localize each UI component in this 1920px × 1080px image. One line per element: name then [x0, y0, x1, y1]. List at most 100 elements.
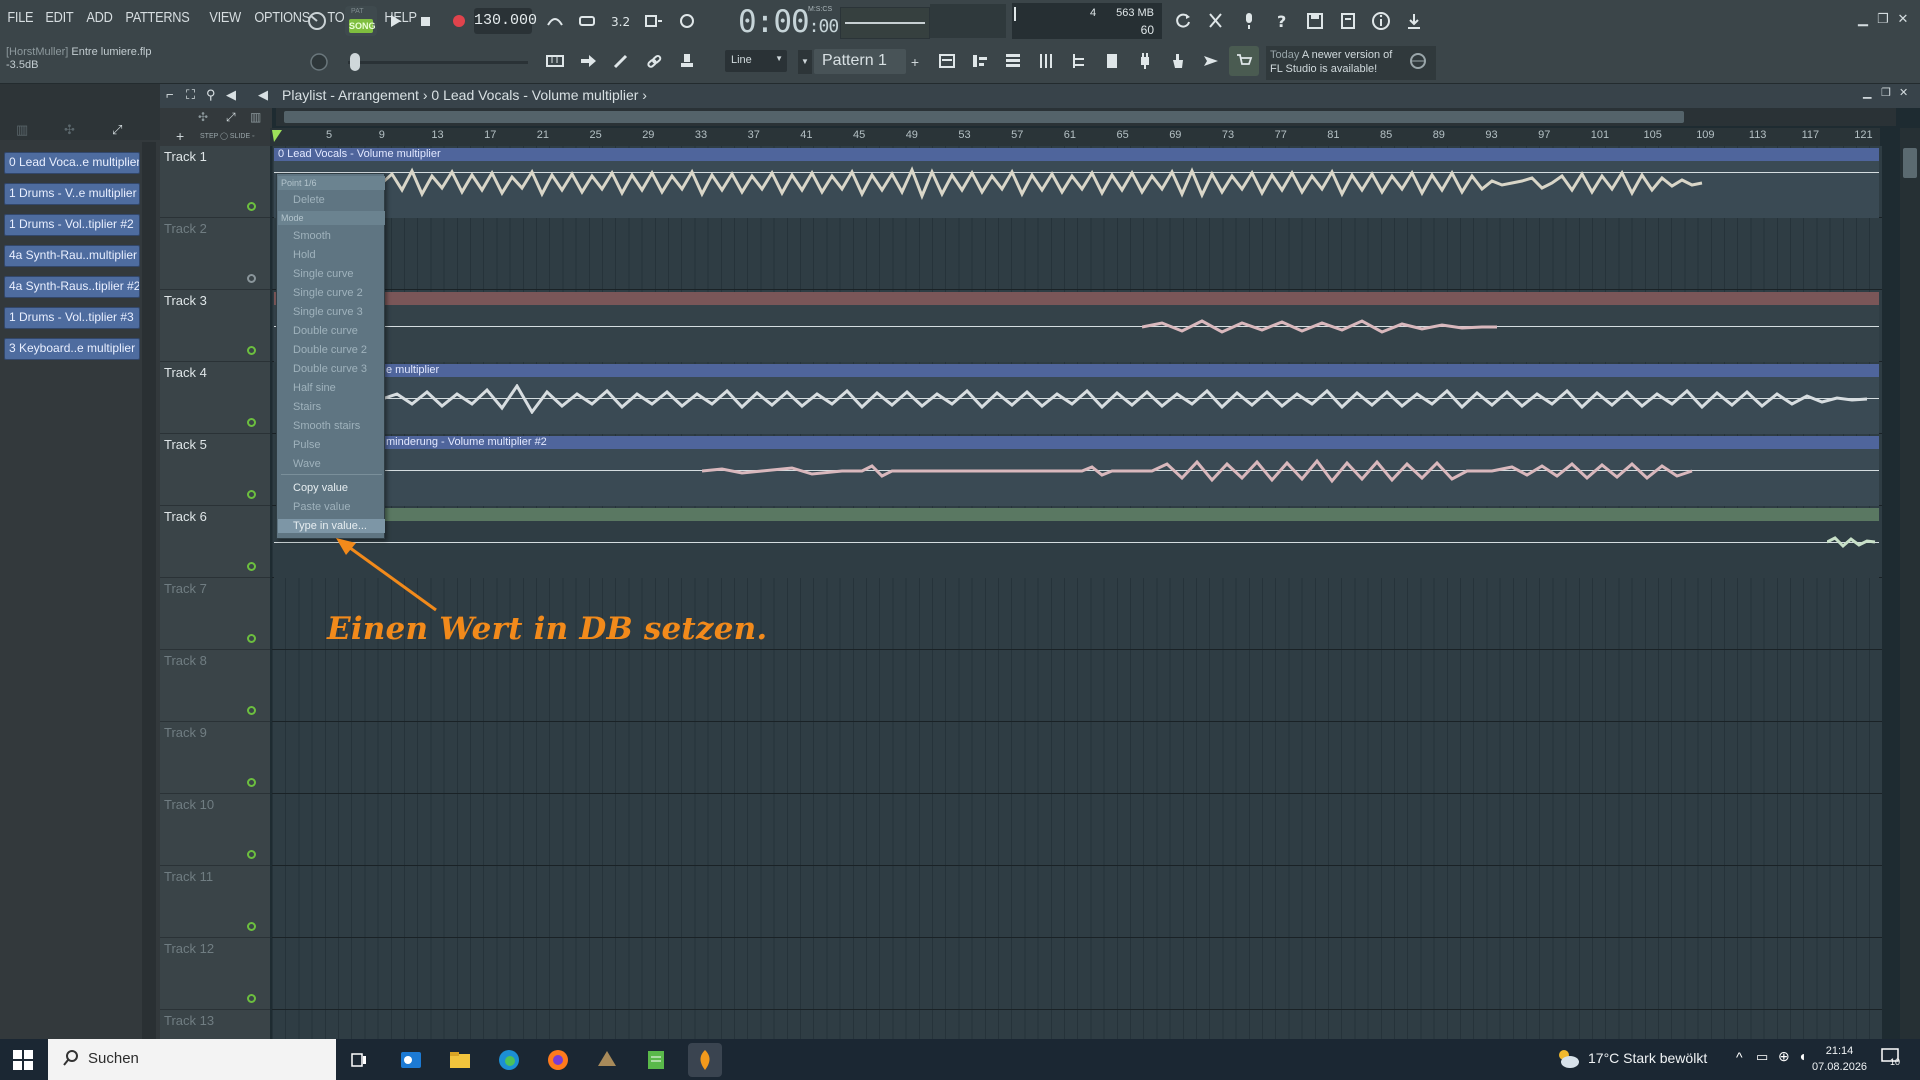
context-mode-item[interactable]: Half sine: [293, 381, 336, 395]
restore-button[interactable]: ❐: [1874, 10, 1892, 28]
audio-clip-body[interactable]: [274, 305, 1879, 362]
context-mode-item[interactable]: Smooth: [293, 229, 331, 243]
send-button[interactable]: [1196, 46, 1226, 76]
chevron-up-icon[interactable]: ^: [1736, 1049, 1743, 1065]
context-mode-item[interactable]: Smooth stairs: [293, 419, 360, 433]
automation-clip-header[interactable]: e multiplier: [382, 364, 1879, 377]
app-icon[interactable]: [590, 1043, 624, 1077]
track-mute-led[interactable]: [247, 778, 256, 787]
track-header[interactable]: Track 5: [160, 434, 270, 506]
track-mute-led[interactable]: [247, 346, 256, 355]
weather-text[interactable]: 17°C Stark bewölkt: [1588, 1050, 1707, 1066]
vertical-scroll-thumb[interactable]: [1903, 148, 1917, 178]
playlist-title-breadcrumb[interactable]: Playlist - Arrangement › 0 Lead Vocals -…: [282, 87, 647, 103]
track-header[interactable]: Track 4: [160, 362, 270, 434]
context-mode-item[interactable]: Single curve 2: [293, 286, 363, 300]
snap-select[interactable]: Line ▼: [725, 50, 787, 72]
render-button[interactable]: [1333, 6, 1363, 36]
speaker-volume-icon[interactable]: ◖: [1798, 1048, 1806, 1064]
track-header[interactable]: Track 2: [160, 218, 270, 290]
touch-keyboard-button[interactable]: [1163, 46, 1193, 76]
browser-clip-item[interactable]: 1 Drums - V..e multiplier: [4, 183, 140, 205]
context-paste-value[interactable]: Paste value: [293, 500, 350, 514]
menu-file[interactable]: FILE: [4, 9, 37, 26]
slice-tool-icon[interactable]: ⌐: [166, 87, 174, 102]
track-header[interactable]: Track 6: [160, 506, 270, 578]
download-button[interactable]: [1399, 6, 1429, 36]
automation-curve[interactable]: [274, 326, 1879, 327]
cut-tool-button[interactable]: [1201, 6, 1231, 36]
browser-button[interactable]: [1064, 46, 1094, 76]
browser-clip-item[interactable]: 4a Synth-Raus..tiplier #2: [4, 276, 140, 298]
track-mute-led[interactable]: [247, 418, 256, 427]
network-globe-icon[interactable]: ⊕: [1778, 1048, 1790, 1065]
file-explorer-icon[interactable]: [443, 1043, 477, 1077]
vertical-scrollbar[interactable]: [1900, 128, 1920, 1039]
pattern-prev-button[interactable]: ▼: [798, 50, 812, 74]
automation-curve[interactable]: [274, 542, 1879, 543]
link-button[interactable]: [639, 46, 669, 76]
add-track-icon[interactable]: +: [176, 128, 184, 144]
metronome-button[interactable]: [540, 6, 570, 36]
context-mode-item[interactable]: Single curve 3: [293, 305, 363, 319]
context-delete[interactable]: Delete: [293, 193, 325, 207]
notepad-icon[interactable]: [639, 1043, 673, 1077]
horizontal-scrollbar[interactable]: [276, 108, 1896, 126]
playlist-maximize-button[interactable]: ❐: [1881, 86, 1891, 99]
master-volume-knob[interactable]: [302, 6, 332, 36]
playlist-close-button[interactable]: ✕: [1899, 86, 1908, 99]
track-header[interactable]: Track 1: [160, 146, 270, 218]
playhead-marker-icon[interactable]: [272, 130, 282, 142]
automation-clip-header[interactable]: minderung - Volume multiplier #2: [382, 436, 1879, 449]
context-mode-item[interactable]: Double curve 2: [293, 343, 367, 357]
pat-song-toggle[interactable]: PAT SONG: [345, 6, 377, 36]
audio-clip-header[interactable]: [274, 292, 1879, 305]
pattern-clip-icon[interactable]: ▥: [16, 122, 28, 138]
add-pattern-button[interactable]: +: [908, 50, 922, 74]
track-header[interactable]: Track 9: [160, 722, 270, 794]
audio-clip-header[interactable]: [382, 508, 1879, 521]
shop-button[interactable]: [1229, 46, 1259, 76]
plugin-picker-button[interactable]: [1130, 46, 1160, 76]
context-mode-item[interactable]: Wave: [293, 457, 321, 471]
playlist-grid[interactable]: 0 Lead Vocals - Volume multiplier e mult…: [272, 146, 1882, 1039]
task-view-icon[interactable]: [342, 1043, 376, 1077]
master-pitch-meter[interactable]: [840, 7, 930, 39]
track-mute-led[interactable]: [247, 994, 256, 1003]
minimize-button[interactable]: ▁: [1854, 10, 1872, 28]
track-header[interactable]: Track 7: [160, 578, 270, 650]
project-picker-button[interactable]: [1097, 46, 1127, 76]
automation-clip-icon[interactable]: ⤢: [112, 122, 122, 138]
browser-clip-item[interactable]: 1 Drums - Vol..tiplier #2: [4, 214, 140, 236]
undo-history-button[interactable]: [1168, 6, 1198, 36]
main-pitch-slider[interactable]: [348, 61, 528, 64]
audio-clip-icon[interactable]: ✣: [64, 122, 75, 138]
close-button[interactable]: ✕: [1894, 10, 1912, 28]
taskbar-search-box[interactable]: Suchen: [48, 1039, 336, 1080]
menu-edit[interactable]: EDIT: [42, 9, 77, 26]
context-mode-item[interactable]: Single curve: [293, 267, 354, 281]
draw-button[interactable]: [606, 46, 636, 76]
track-header[interactable]: Track 12: [160, 938, 270, 1010]
audio-clip-body[interactable]: [274, 521, 1879, 578]
context-mode-item[interactable]: Pulse: [293, 438, 321, 452]
track-mute-led[interactable]: [247, 634, 256, 643]
main-pitch-slider-handle[interactable]: [350, 53, 360, 71]
browser-clip-item[interactable]: 1 Drums - Vol..tiplier #3: [4, 307, 140, 329]
track-lane[interactable]: [272, 866, 1882, 938]
track-mute-led[interactable]: [247, 850, 256, 859]
tempo-display[interactable]: 130.000: [474, 8, 537, 34]
stop-button[interactable]: [410, 6, 440, 36]
automation-icon[interactable]: ⤢: [226, 110, 236, 125]
track-lane[interactable]: e multiplier: [272, 362, 1882, 434]
pattern-icon[interactable]: ▥: [250, 110, 261, 124]
info-button[interactable]: [1366, 6, 1396, 36]
record-audio-button[interactable]: [1234, 6, 1264, 36]
piano-roll-button[interactable]: [540, 46, 570, 76]
pan-icon[interactable]: ✣: [198, 110, 208, 124]
track-header[interactable]: Track 3: [160, 290, 270, 362]
outlook-icon[interactable]: [394, 1043, 428, 1077]
edge-icon[interactable]: [492, 1043, 526, 1077]
save-button[interactable]: [1300, 6, 1330, 36]
step-slide-toggle[interactable]: STEP ◯ SLIDE ◦: [200, 132, 255, 140]
